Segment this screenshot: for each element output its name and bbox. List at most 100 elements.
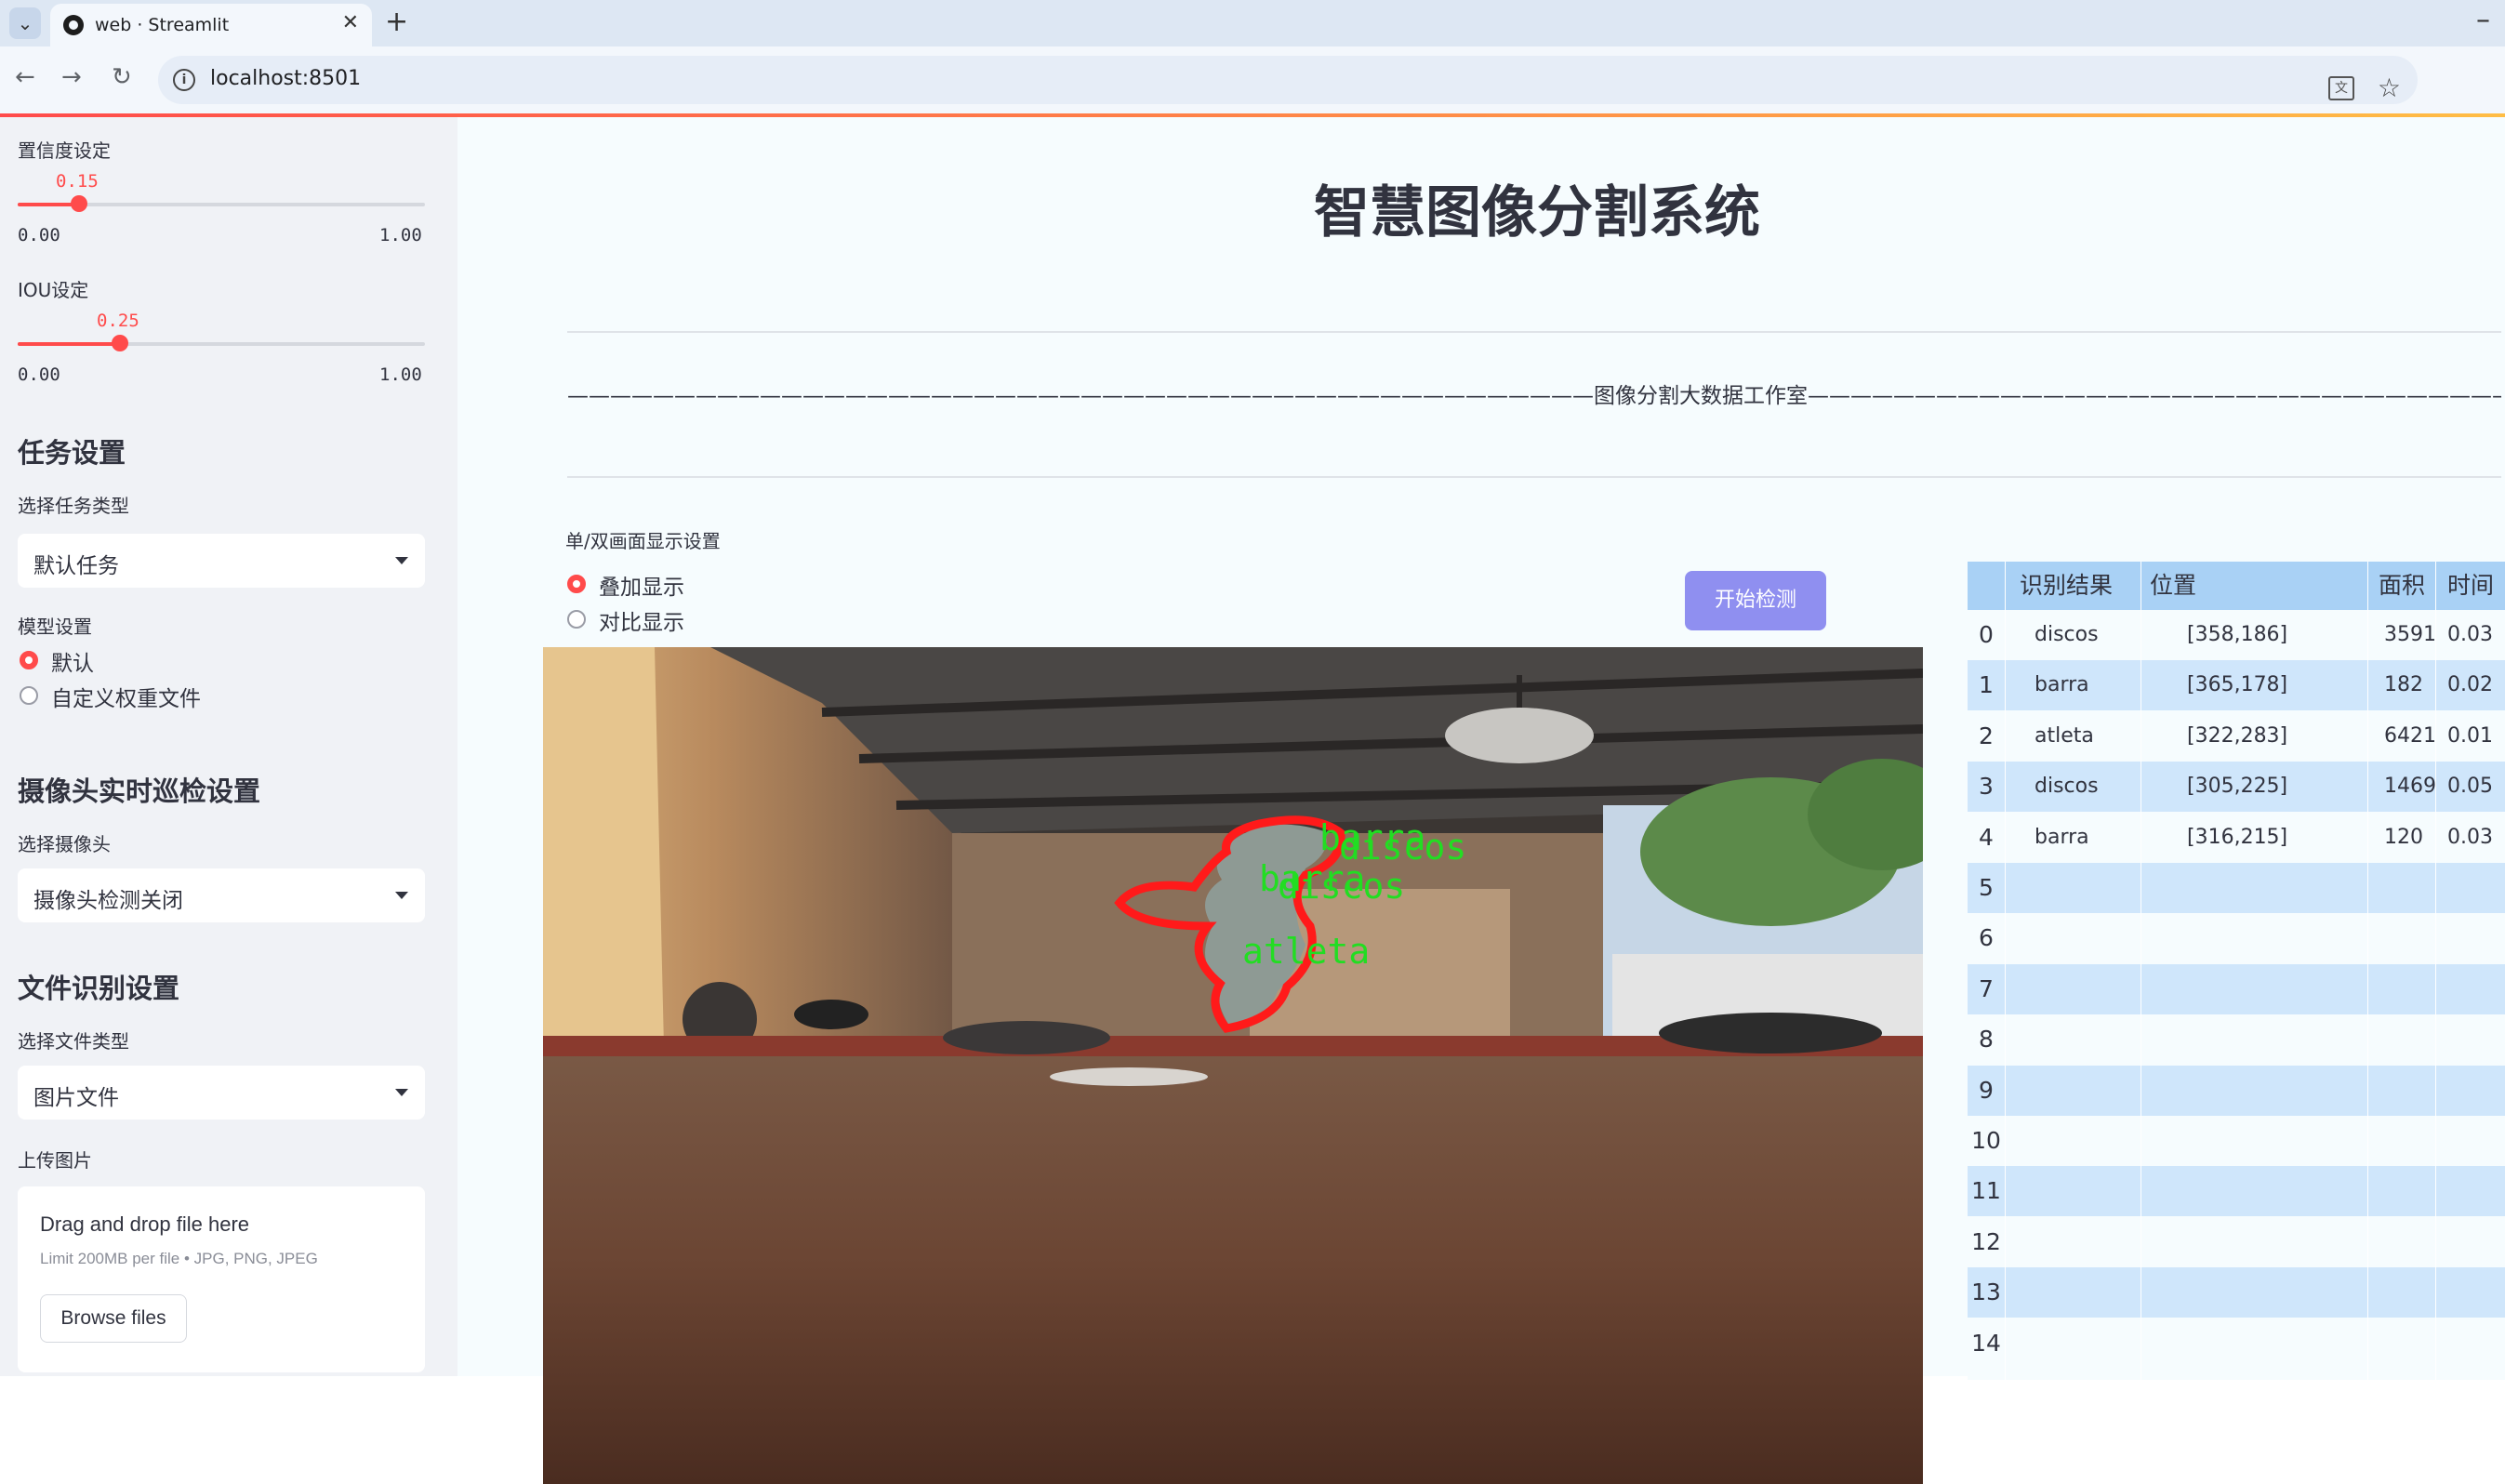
table-row[interactable]: 5 [1968, 863, 2505, 913]
browser-tab[interactable]: web · Streamlit ✕ [50, 4, 372, 46]
display-option-label: 叠加显示 [599, 576, 684, 600]
file-settings-heading: 文件识别设置 [18, 973, 180, 1004]
table-row[interactable]: 6 [1968, 913, 2505, 963]
cell-time: 0.03 [2447, 623, 2493, 646]
camera-settings-heading: 摄像头实时巡检设置 [18, 775, 261, 807]
segmentation-result-image: barra discos barra discos atleta [543, 647, 1923, 1484]
tab-title: web · Streamlit [95, 15, 230, 35]
start-detection-button[interactable]: 开始检测 [1685, 571, 1826, 630]
model-option-label: 默认 [51, 652, 94, 676]
row-index: 0 [1979, 621, 1994, 648]
table-row[interactable]: 13 [1968, 1267, 2505, 1318]
reload-icon[interactable]: ↻ [112, 63, 132, 91]
iou-max: 1.00 [379, 364, 422, 385]
browse-files-button[interactable]: Browse files [40, 1294, 187, 1343]
divider [567, 476, 2501, 478]
chevron-down-icon [395, 1089, 408, 1096]
chevron-down-icon [395, 892, 408, 899]
divider [567, 331, 2501, 333]
row-index: 8 [1979, 1026, 1994, 1053]
minimize-window-icon[interactable]: – [2476, 4, 2490, 36]
model-option-label: 自定义权重文件 [51, 687, 201, 711]
column-header-result[interactable]: 识别结果 [2020, 562, 2113, 610]
cell-position: [322,283] [2187, 723, 2288, 748]
iou-slider[interactable] [18, 335, 425, 351]
dropzone-limit-text: Limit 200MB per file • JPG, PNG, JPEG [40, 1250, 318, 1267]
display-mode-label: 单/双画面显示设置 [565, 530, 721, 552]
camera-select[interactable]: 摄像头检测关闭 [18, 868, 425, 922]
url-text[interactable]: localhost:8501 [210, 67, 361, 90]
task-type-select[interactable]: 默认任务 [18, 534, 425, 588]
camera-select-value: 摄像头检测关闭 [33, 889, 183, 913]
url-field[interactable]: i localhost:8501 文 ☆ [158, 56, 2418, 104]
table-row[interactable]: 11 [1968, 1166, 2505, 1217]
confidence-slider-fill [18, 203, 79, 206]
studio-banner: ————————————————————————————————————————… [567, 384, 2501, 408]
gym-scene-illustration: barra discos barra discos atleta [543, 647, 1923, 1484]
row-index: 9 [1979, 1076, 1994, 1104]
bookmark-star-icon[interactable]: ☆ [2378, 73, 2401, 103]
table-row[interactable]: 4 barra [316,215] 120 0.03 [1968, 813, 2505, 863]
table-row[interactable]: 1 barra [365,178] 182 0.02 [1968, 660, 2505, 711]
table-row[interactable]: 14 [1968, 1318, 2505, 1369]
table-row[interactable]: 0 discos [358,186] 3591 0.03 [1968, 610, 2505, 660]
cell-result: discos [2034, 775, 2099, 799]
confidence-slider-thumb[interactable] [70, 195, 87, 212]
file-type-select[interactable]: 图片文件 [18, 1066, 425, 1120]
cell-time: 0.01 [2447, 723, 2493, 748]
new-tab-icon[interactable]: + [385, 6, 408, 38]
forward-icon[interactable]: → [61, 63, 82, 91]
confidence-slider[interactable] [18, 195, 425, 212]
cell-position: [365,178] [2187, 673, 2288, 697]
table-row[interactable]: 8 [1968, 1014, 2505, 1065]
column-header-position[interactable]: 位置 [2150, 562, 2196, 610]
table-row[interactable]: 7 [1968, 963, 2505, 1014]
dropzone-instructions: Drag and drop file here [40, 1212, 250, 1236]
cell-area: 1469 [2384, 775, 2436, 799]
cell-time: 0.02 [2447, 673, 2493, 697]
cell-result: barra [2034, 825, 2089, 849]
radio-selected-icon[interactable] [567, 575, 586, 593]
detection-label: discos [1278, 866, 1405, 907]
close-tab-icon[interactable]: ✕ [342, 11, 359, 34]
row-index: 12 [1971, 1227, 2001, 1255]
task-type-value: 默认任务 [33, 554, 119, 578]
upload-image-label: 上传图片 [18, 1149, 92, 1172]
column-header-time[interactable]: 时间 [2447, 562, 2494, 610]
table-row[interactable]: 10 [1968, 1116, 2505, 1166]
site-info-icon[interactable]: i [173, 69, 195, 91]
model-settings-label: 模型设置 [18, 616, 92, 638]
results-table[interactable]: 识别结果 位置 面积 时间 0 discos [358,186] 3591 0.03 1 b… [1968, 562, 2505, 1380]
row-index: 11 [1971, 1177, 2001, 1205]
cell-time: 0.03 [2447, 825, 2493, 849]
cell-result: discos [2034, 623, 2099, 646]
iou-min: 0.00 [18, 364, 60, 385]
row-index: 13 [1971, 1279, 2001, 1306]
iou-slider-fill [18, 342, 120, 346]
confidence-min: 0.00 [18, 225, 60, 245]
column-header-area[interactable]: 面积 [2379, 562, 2425, 610]
translate-icon[interactable]: 文 [2328, 76, 2354, 100]
cell-position: [316,215] [2187, 825, 2288, 849]
cell-area: 3591 [2384, 623, 2436, 646]
column-divider [2005, 562, 2006, 1380]
file-dropzone[interactable]: Drag and drop file here Limit 200MB per … [18, 1186, 425, 1372]
radio-selected-icon[interactable] [20, 651, 38, 669]
cell-position: [305,225] [2187, 775, 2288, 799]
iou-label: IOU设定 [18, 279, 89, 301]
cell-result: atleta [2034, 723, 2094, 748]
cell-result: barra [2034, 673, 2089, 697]
tab-list-dropdown-icon[interactable]: ⌄ [9, 7, 41, 39]
back-icon[interactable]: ← [15, 63, 35, 91]
radio-unselected-icon[interactable] [20, 686, 38, 705]
task-settings-heading: 任务设置 [18, 437, 126, 469]
table-row[interactable]: 12 [1968, 1217, 2505, 1267]
radio-unselected-icon[interactable] [567, 610, 586, 629]
column-divider [2435, 562, 2436, 1380]
task-type-label: 选择任务类型 [18, 495, 129, 517]
iou-slider-thumb[interactable] [111, 335, 128, 351]
table-row[interactable]: 2 atleta [322,283] 6421 0.01 [1968, 711, 2505, 762]
row-index: 6 [1979, 924, 1994, 952]
table-row[interactable]: 3 discos [305,225] 1469 0.05 [1968, 762, 2505, 813]
table-row[interactable]: 9 [1968, 1065, 2505, 1116]
